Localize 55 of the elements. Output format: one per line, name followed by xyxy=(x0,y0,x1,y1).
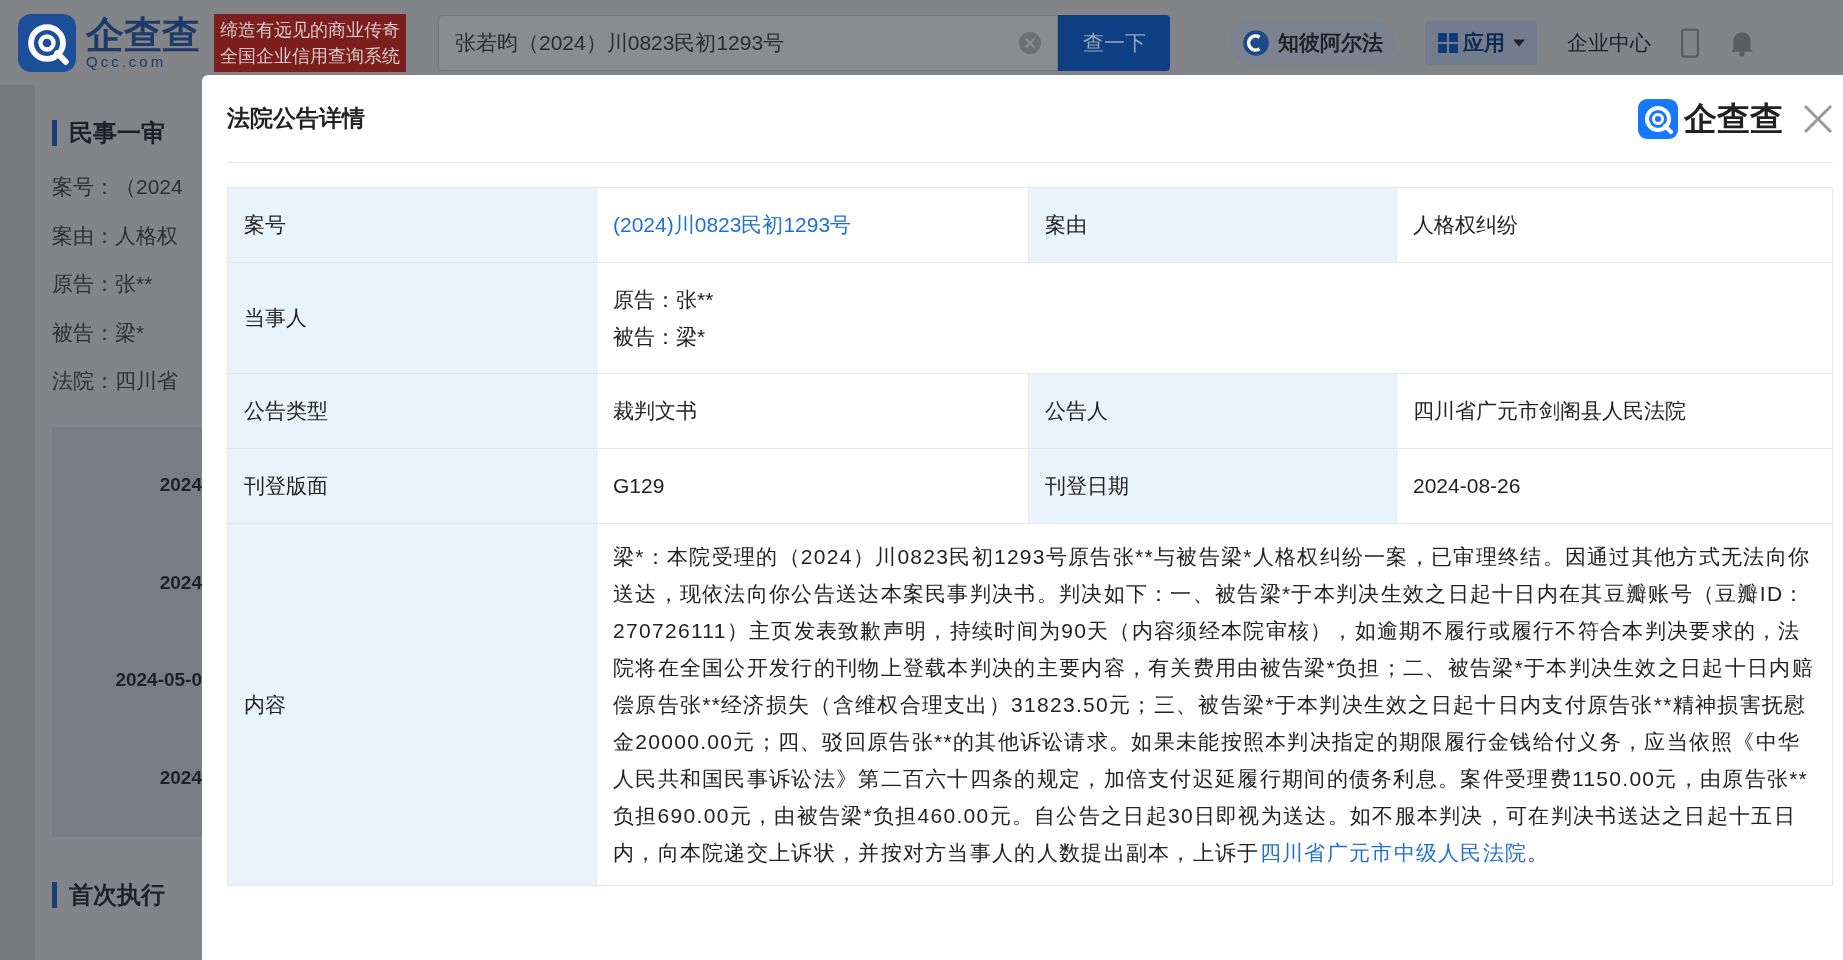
value-cell: 四川省广元市剑阁县人民法院 xyxy=(1397,374,1833,449)
timeline-date: 2024 xyxy=(159,570,202,595)
caret-icon xyxy=(1513,38,1525,47)
logo-domain: Qcc.com xyxy=(86,54,168,69)
field-value: （2024 xyxy=(115,174,183,200)
timeline-date: 2024 xyxy=(159,765,202,790)
value-cell: G129 xyxy=(597,449,1029,524)
section-accent-bar xyxy=(52,120,57,146)
section-title: 民事一审 xyxy=(69,118,165,148)
field-label: 被告： xyxy=(52,319,115,346)
party-text: 被告：梁* xyxy=(613,324,707,350)
label-cell: 当事人 xyxy=(228,263,597,374)
party-text: 原告：张** xyxy=(613,287,715,313)
alpha-logo-icon xyxy=(1242,28,1270,57)
label-cell: 案由 xyxy=(1029,188,1397,263)
phone-icon[interactable] xyxy=(1681,27,1699,58)
court-link[interactable]: 四川省广元市中级人民法院 xyxy=(1259,841,1528,864)
brand-name: 企查查 xyxy=(1684,98,1783,139)
field-label: 法院： xyxy=(52,368,115,394)
timeline-date: 2024 xyxy=(159,473,202,497)
section-accent-bar xyxy=(52,881,57,908)
search-input[interactable]: 张若昀（2024）川0823民初1293号 xyxy=(455,26,1019,59)
nav-pill-button[interactable]: 知彼阿尔法 xyxy=(1230,20,1395,65)
enterprise-center-link[interactable]: 企业中心 xyxy=(1567,26,1651,59)
field-label: 案由： xyxy=(52,222,115,249)
field-value: 张** xyxy=(115,271,153,297)
field-value: 四川省 xyxy=(115,368,178,394)
brand-logo-icon xyxy=(1638,98,1678,139)
logo-name: 企查查 xyxy=(86,16,200,54)
clear-icon[interactable] xyxy=(1019,31,1041,54)
slogan-text: 全国企业信用查询系统 xyxy=(220,44,400,68)
notice-content-text: 梁*：本院受理的（2024）川0823民初1293号原告张**与被告梁*人格权纠纷一案，已审理终结。因通过其他方式无法向你送达，现依法向你公告送达本案民事判决书。判决如下：一、被告梁*于本判决生效之日起十日内在其豆瓣账号（豆瓣ID：270726111）主页发表致歉声明，持续时间为90天（内容须经本院审核），如逾期不履行或履行不符合本判决要求的，法院将在全国公开发行的刊物上登载本判决的主要内容，有关费用由被告梁*负担；二、被告梁*于本判决生效之日起十日内赔偿原告张**经济损失（含维权合理支出）31823.50元；三、被告梁*于本判决生效之日起十日内支付原告张**精神损害抚慰金20000.00元；四、驳回原告张**的其他诉讼请求。如果未能按照本判决指定的期限履行金钱给付义务，应当依照《中华人民共和国民事诉讼法》第二百六十四条的规定，加倍支付迟延履行期间的债务利息。案件受理费1150.00元，由原告张**负担690.00元，由被告梁*负担460.00元。自公告之日起30日即视为送达。如不服本判决，可在判决书送达之日起十五日内，向本院递交上诉状，并按对方当事人的人数提出副本，上诉于 四川省广元市中级人民法院。 xyxy=(613,544,1815,866)
label-cell: 公告类型 xyxy=(228,374,597,449)
section-title: 首次执行 xyxy=(69,879,165,910)
apps-menu-button[interactable]: 应用 xyxy=(1425,20,1537,65)
grid-icon xyxy=(1437,31,1459,54)
field-label: 原告： xyxy=(52,271,115,297)
label-cell: 公告人 xyxy=(1029,374,1397,449)
label-cell: 刊登日期 xyxy=(1029,449,1397,524)
value-cell: 裁判文书 xyxy=(597,374,1029,449)
logo-icon xyxy=(18,13,76,72)
search-field[interactable]: 张若昀（2024）川0823民初1293号 xyxy=(438,14,1058,71)
label-cell: 内容 xyxy=(228,524,597,886)
label-cell: 案号 xyxy=(228,188,597,263)
label-cell: 刊登版面 xyxy=(228,449,597,524)
field-value: 人格权 xyxy=(115,222,178,249)
field-value: 梁* xyxy=(115,319,145,346)
close-icon[interactable] xyxy=(1803,103,1833,134)
value-cell: 2024-08-26 xyxy=(1397,449,1833,524)
slogan-text: 缔造有远见的商业传奇 xyxy=(220,18,400,42)
timeline-date: 2024-05-0 xyxy=(115,668,202,692)
field-label: 案号： xyxy=(52,174,115,200)
value-cell: 人格权纠纷 xyxy=(1397,188,1833,263)
dialog-title: 法院公告详情 xyxy=(227,104,365,134)
search-button[interactable]: 查一下 xyxy=(1058,14,1170,71)
